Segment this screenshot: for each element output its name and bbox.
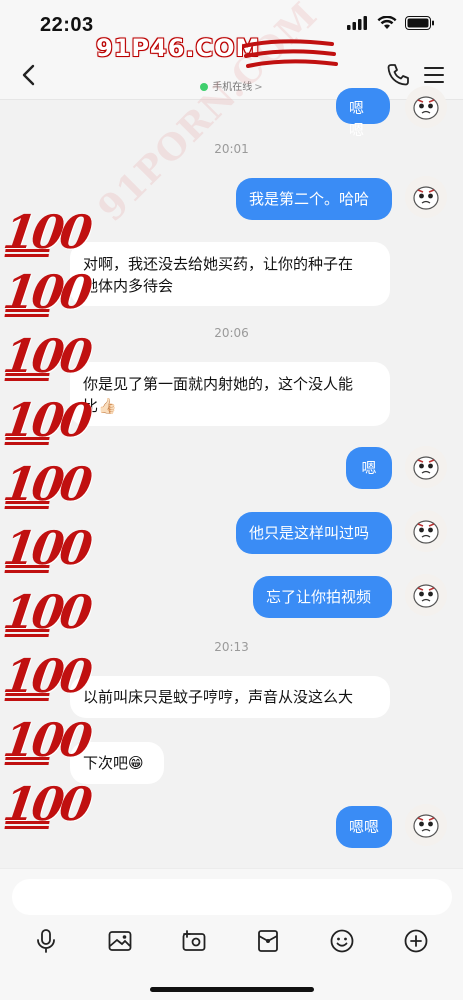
time-divider: 20:13 [214, 640, 249, 654]
message-bubble-outgoing[interactable]: 嗯嗯 [336, 88, 390, 139]
call-button[interactable] [385, 62, 411, 88]
message-bubble-incoming[interactable]: 以前叫床只是蚊子哼哼，声音从没这么大 [70, 676, 390, 718]
battery-icon [405, 16, 434, 30]
avatar[interactable] [405, 510, 447, 552]
voice-button[interactable] [30, 925, 62, 957]
status-time: 22:03 [40, 14, 94, 36]
message-bubble-outgoing[interactable]: 他只是这样叫过吗 [236, 512, 392, 554]
emoji-icon [330, 929, 354, 953]
message-line: 对啊，我还没去给她买药，让你的种子在 [83, 255, 354, 273]
watermark-emoji-column: 100 100 100 100 100 100 100 100 100 100 [0, 205, 92, 831]
menu-button[interactable] [421, 62, 447, 88]
avatar-cartoon-icon [405, 510, 447, 552]
camera-button[interactable] [178, 925, 210, 957]
message-bubble-outgoing[interactable]: 嗯 [346, 447, 392, 489]
message-bubble-outgoing[interactable]: 我是第二个。哈哈 [236, 178, 392, 220]
avatar[interactable] [405, 574, 447, 616]
message-bubble-incoming[interactable]: 下次吧😁 [70, 742, 164, 784]
time-divider: 20:06 [214, 326, 249, 340]
watermark-stripes [242, 39, 338, 68]
avatar-cartoon-icon [405, 86, 447, 128]
avatar[interactable] [405, 804, 447, 846]
image-button[interactable] [104, 925, 136, 957]
menu-icon [424, 67, 444, 83]
phone-icon [387, 64, 409, 86]
avatar-cartoon-icon [405, 446, 447, 488]
message-bubble-incoming[interactable]: 对啊，我还没去给她买药，让你的种子在 她体内多待会 [70, 242, 390, 306]
time-divider: 20:01 [214, 142, 249, 156]
message-bubble-incoming[interactable]: 你是见了第一面就内射她的，这个没人能 比👍🏻 [70, 362, 390, 426]
avatar[interactable] [405, 176, 447, 218]
composer-toolbar [0, 925, 463, 961]
home-indicator [150, 987, 314, 992]
more-button[interactable] [400, 925, 432, 957]
avatar-cartoon-icon [405, 804, 447, 846]
message-line: 比👍🏻 [83, 397, 117, 415]
plus-icon [404, 929, 428, 953]
emoji-button[interactable] [326, 925, 358, 957]
signal-icon [347, 16, 367, 30]
avatar-cartoon-icon [405, 176, 447, 218]
red-packet-button[interactable] [252, 925, 284, 957]
message-line: 你是见了第一面就内射她的，这个没人能 [83, 375, 354, 393]
status-indicators [347, 16, 435, 30]
message-bubble-outgoing[interactable]: 忘了让你拍视频 [253, 576, 392, 618]
red-packet-icon [258, 930, 278, 952]
message-line: 她体内多待会 [83, 277, 174, 295]
composer [0, 868, 463, 1000]
avatar[interactable] [405, 446, 447, 488]
image-icon [108, 931, 132, 951]
avatar-cartoon-icon [405, 574, 447, 616]
avatar[interactable] [405, 86, 447, 128]
microphone-icon [37, 929, 55, 953]
message-bubble-outgoing[interactable]: 嗯嗯 [336, 806, 392, 848]
message-list[interactable]: 嗯嗯 20:01 我是第二个。哈哈 对啊，我还没去给她买药，让你的种子在 她体内… [0, 86, 463, 868]
wifi-icon [377, 16, 397, 29]
camera-icon [182, 930, 206, 951]
message-input[interactable] [12, 879, 452, 915]
